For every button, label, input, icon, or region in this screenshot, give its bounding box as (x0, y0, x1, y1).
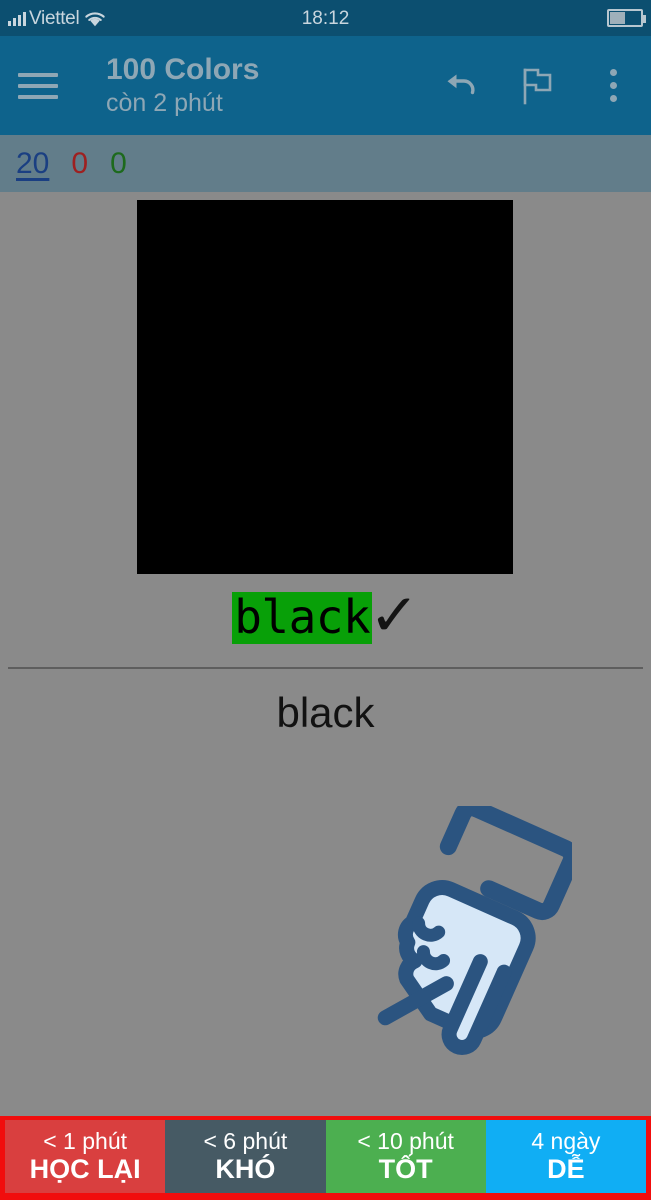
again-interval: < 1 phút (43, 1127, 128, 1154)
clock-label: 18:12 (301, 7, 350, 29)
hard-label: KHÓ (215, 1154, 276, 1185)
easy-interval: 4 ngày (531, 1127, 601, 1154)
anki-review-screen: Viettel 18:12 100 Colors còn 2 phút 20 0… (0, 0, 651, 1200)
toolbar-title-block: 100 Colors còn 2 phút (106, 52, 431, 119)
battery-icon (607, 9, 646, 27)
answer-button-bar: < 1 phút HỌC LẠI < 6 phút KHÓ < 10 phút … (0, 1116, 651, 1200)
card-divider (8, 667, 643, 669)
flashcard-area[interactable]: black ✓ black (0, 192, 651, 1116)
toolbar-actions (441, 64, 633, 108)
question-row: black ✓ (0, 581, 651, 649)
counter-new[interactable]: 20 (16, 148, 49, 179)
check-mark-icon: ✓ (368, 581, 421, 649)
counter-learning[interactable]: 0 (71, 148, 88, 179)
counter-due[interactable]: 0 (110, 148, 127, 179)
good-interval: < 10 phút (357, 1127, 454, 1154)
easy-label: DỄ (547, 1154, 585, 1185)
status-bar: Viettel 18:12 (0, 0, 651, 36)
answer-button-hard[interactable]: < 6 phút KHÓ (165, 1120, 326, 1193)
undo-arrow-icon[interactable] (441, 64, 481, 108)
status-bar-right (607, 9, 646, 27)
app-toolbar: 100 Colors còn 2 phút (0, 36, 651, 135)
hamburger-menu-icon[interactable] (18, 64, 62, 108)
hard-interval: < 6 phút (203, 1127, 288, 1154)
study-counters: 20 0 0 (0, 135, 651, 192)
answer-text: black (276, 689, 375, 736)
pointing-hand-tap-icon (372, 799, 581, 1066)
flag-icon[interactable] (517, 64, 557, 108)
color-swatch (137, 200, 513, 574)
more-vertical-icon[interactable] (593, 64, 633, 108)
answer-button-easy[interactable]: 4 ngày DỄ (485, 1120, 646, 1193)
again-label: HỌC LẠI (29, 1154, 141, 1185)
deck-subtitle: còn 2 phút (106, 88, 223, 117)
answer-button-good[interactable]: < 10 phút TỐT (325, 1120, 486, 1193)
question-word: black (232, 590, 373, 645)
answer-button-again[interactable]: < 1 phút HỌC LẠI (5, 1120, 166, 1193)
deck-title: 100 Colors (106, 53, 260, 87)
good-label: TỐT (378, 1154, 433, 1185)
